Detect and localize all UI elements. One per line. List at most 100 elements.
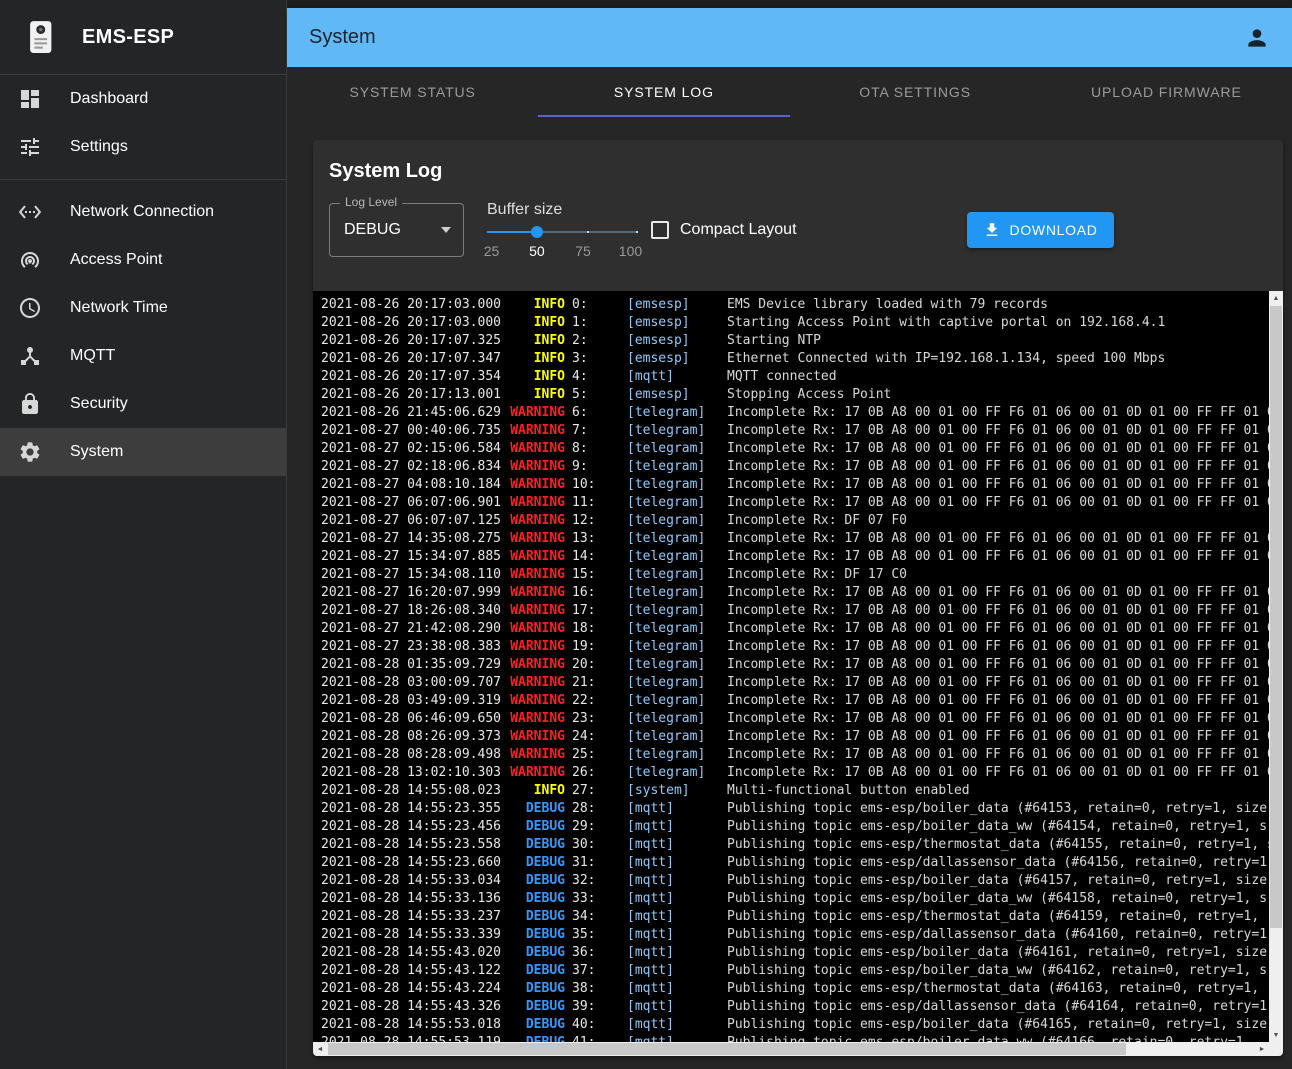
log-row: 2021-08-27 00:40:06.735WARNING7:[telegra… <box>321 422 1269 440</box>
log-message: Incomplete Rx: 17 0B A8 00 01 00 FF F6 0… <box>727 404 1269 422</box>
log-index: 25: <box>565 746 627 764</box>
sidebar-item-dashboard[interactable]: Dashboard <box>0 75 286 123</box>
log-row: 2021-08-26 20:17:03.000INFO1:[emsesp]Sta… <box>321 314 1269 332</box>
log-level: WARNING <box>507 458 565 476</box>
log-level: WARNING <box>507 728 565 746</box>
tab-bar: SYSTEM STATUS SYSTEM LOG OTA SETTINGS UP… <box>287 67 1292 117</box>
log-message: Starting NTP <box>727 332 821 350</box>
log-message: Incomplete Rx: 17 0B A8 00 01 00 FF F6 0… <box>727 710 1269 728</box>
log-time: 2021-08-28 14:55:23.558 <box>321 836 507 854</box>
log-level-value: DEBUG <box>344 221 441 239</box>
log-index: 19: <box>565 638 627 656</box>
log-source: [mqtt] <box>627 998 727 1016</box>
chevron-down-icon <box>441 227 451 233</box>
scroll-right-icon[interactable]: ► <box>1255 1042 1269 1056</box>
log-message: Incomplete Rx: 17 0B A8 00 01 00 FF F6 0… <box>727 674 1269 692</box>
log-level: WARNING <box>507 602 565 620</box>
log-index: 16: <box>565 584 627 602</box>
slider-thumb[interactable] <box>531 226 543 238</box>
vertical-scroll-track[interactable] <box>1269 305 1283 1028</box>
tab-upload-firmware[interactable]: UPLOAD FIRMWARE <box>1041 67 1292 117</box>
log-index: 33: <box>565 890 627 908</box>
sidebar-item-system[interactable]: System <box>0 428 286 476</box>
log-time: 2021-08-28 06:46:09.650 <box>321 710 507 728</box>
log-source: [telegram] <box>627 422 727 440</box>
log-source: [telegram] <box>627 530 727 548</box>
horizontal-scrollbar[interactable]: ◄ ► <box>313 1042 1269 1056</box>
log-source: [mqtt] <box>627 944 727 962</box>
log-message: Incomplete Rx: 17 0B A8 00 01 00 FF F6 0… <box>727 728 1269 746</box>
log-source: [telegram] <box>627 512 727 530</box>
log-time: 2021-08-28 14:55:43.224 <box>321 980 507 998</box>
horizontal-scroll-thumb[interactable] <box>328 1043 1126 1055</box>
log-message: Publishing topic ems-esp/boiler_data_ww … <box>727 1034 1259 1042</box>
log-source: [mqtt] <box>627 962 727 980</box>
buffer-size-label: Buffer size <box>487 201 637 219</box>
tab-ota-settings[interactable]: OTA SETTINGS <box>790 67 1041 117</box>
log-source: [telegram] <box>627 620 727 638</box>
log-level: DEBUG <box>507 980 565 998</box>
log-level: DEBUG <box>507 1016 565 1034</box>
log-source: [mqtt] <box>627 1016 727 1034</box>
sidebar-item-access-point[interactable]: Access Point <box>0 236 286 284</box>
account-icon[interactable] <box>1244 25 1270 51</box>
log-index: 26: <box>565 764 627 782</box>
log-message: Incomplete Rx: 17 0B A8 00 01 00 FF F6 0… <box>727 584 1269 602</box>
compact-layout-checkbox[interactable]: Compact Layout <box>651 221 797 239</box>
sidebar-item-security[interactable]: Security <box>0 380 286 428</box>
log-index: 28: <box>565 800 627 818</box>
log-source: [telegram] <box>627 458 727 476</box>
log-message: Incomplete Rx: 17 0B A8 00 01 00 FF F6 0… <box>727 530 1269 548</box>
log-message: Publishing topic ems-esp/boiler_data_ww … <box>727 962 1267 980</box>
sidebar-item-settings[interactable]: Settings <box>0 123 286 171</box>
tab-system-status[interactable]: SYSTEM STATUS <box>287 67 538 117</box>
log-row: 2021-08-26 20:17:07.347INFO3:[emsesp]Eth… <box>321 350 1269 368</box>
buffer-size-slider[interactable] <box>487 221 637 243</box>
log-level-label: Log Level <box>340 195 402 209</box>
horizontal-scroll-track[interactable] <box>327 1042 1255 1056</box>
log-index: 14: <box>565 548 627 566</box>
log-level-select[interactable]: Log Level DEBUG <box>329 203 464 257</box>
log-level: WARNING <box>507 656 565 674</box>
log-time: 2021-08-28 14:55:23.456 <box>321 818 507 836</box>
log-level: DEBUG <box>507 944 565 962</box>
log-row: 2021-08-27 16:20:07.999WARNING16:[telegr… <box>321 584 1269 602</box>
log-row: 2021-08-27 04:08:10.184WARNING10:[telegr… <box>321 476 1269 494</box>
log-message: Incomplete Rx: 17 0B A8 00 01 00 FF F6 0… <box>727 422 1269 440</box>
log-level: WARNING <box>507 620 565 638</box>
scroll-up-icon[interactable]: ▲ <box>1269 291 1283 305</box>
log-index: 1: <box>565 314 627 332</box>
download-button[interactable]: DOWNLOAD <box>967 212 1114 248</box>
log-source: [mqtt] <box>627 980 727 998</box>
tab-system-log[interactable]: SYSTEM LOG <box>538 67 789 117</box>
app-root: EMS-ESP Dashboard Settings Network Conne… <box>0 0 1292 1069</box>
scroll-down-icon[interactable]: ▼ <box>1269 1028 1283 1042</box>
log-row: 2021-08-27 02:15:06.584WARNING8:[telegra… <box>321 440 1269 458</box>
log-index: 13: <box>565 530 627 548</box>
vertical-scrollbar[interactable]: ▲ ▼ <box>1269 291 1283 1042</box>
log-level: WARNING <box>507 674 565 692</box>
log-level: DEBUG <box>507 872 565 890</box>
log-level: DEBUG <box>507 818 565 836</box>
wifi-tethering-icon <box>18 248 42 272</box>
scroll-left-icon[interactable]: ◄ <box>313 1042 327 1056</box>
vertical-scroll-thumb[interactable] <box>1270 306 1282 928</box>
log-index: 40: <box>565 1016 627 1034</box>
device-hub-icon <box>18 344 42 368</box>
log-source: [mqtt] <box>627 1034 727 1042</box>
dashboard-icon <box>18 87 42 111</box>
sidebar-item-mqtt[interactable]: MQTT <box>0 332 286 380</box>
log-index: 11: <box>565 494 627 512</box>
log-level: INFO <box>507 386 565 404</box>
log-message: Publishing topic ems-esp/boiler_data (#6… <box>727 944 1267 962</box>
sidebar-item-label: Security <box>70 395 128 413</box>
log-source: [mqtt] <box>627 368 727 386</box>
log-row: 2021-08-27 18:26:08.340WARNING17:[telegr… <box>321 602 1269 620</box>
log-index: 21: <box>565 674 627 692</box>
log-message: EMS Device library loaded with 79 record… <box>727 296 1048 314</box>
log-index: 0: <box>565 296 627 314</box>
sidebar-item-network-time[interactable]: Network Time <box>0 284 286 332</box>
sidebar-item-network-connection[interactable]: Network Connection <box>0 188 286 236</box>
log-message: Publishing topic ems-esp/boiler_data (#6… <box>727 872 1267 890</box>
log-time: 2021-08-27 06:07:06.901 <box>321 494 507 512</box>
